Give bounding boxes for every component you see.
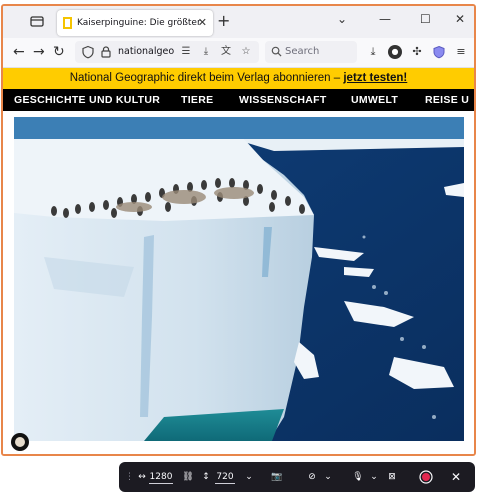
window-close-icon[interactable]: ✕	[455, 12, 465, 26]
record-icon[interactable]	[419, 470, 433, 484]
bookmark-star-icon[interactable]: ☆	[239, 45, 253, 59]
nav-item-tiere[interactable]: TIERE	[181, 94, 213, 106]
reader-view-icon[interactable]: ☰	[179, 45, 193, 59]
tab-list-icon[interactable]	[29, 13, 45, 29]
account-icon[interactable]: ●	[388, 45, 402, 59]
viewport-height-input[interactable]: 720	[215, 470, 235, 484]
devtools-toolbar: ⋮ ↔ 1280 ⛓ ↕ 720 ⌄ 📷 ⊘ ⌄ 🎙 ⌄ ⊠ ✕	[119, 462, 475, 492]
search-box[interactable]: Search	[265, 41, 357, 63]
search-placeholder: Search	[285, 46, 320, 57]
tab-active[interactable]: Kaiserpinguine: Die größten Dra ✕	[57, 10, 213, 36]
url-text[interactable]: nationalgeog	[118, 46, 174, 57]
viewport-width-input[interactable]: 1280	[149, 470, 173, 484]
natgeo-favicon-icon	[63, 17, 72, 29]
chevron-down-icon[interactable]: ⌄	[337, 12, 347, 26]
tab-title: Kaiserpinguine: Die größten Dra	[77, 18, 201, 28]
menu-hamburger-icon[interactable]: ≡	[454, 45, 468, 59]
nav-item-reise[interactable]: REISE U	[425, 94, 469, 106]
hero-photo-emperor-penguins-ice-cliff[interactable]	[14, 117, 464, 441]
tab-bar: Kaiserpinguine: Die größten Dra ✕ + ⌄ — …	[3, 6, 474, 38]
height-arrows-icon: ↕	[202, 472, 210, 482]
promo-text: National Geographic direkt beim Verlag a…	[69, 72, 344, 84]
nav-item-geschichte[interactable]: GESCHICHTE UND KULTUR	[14, 94, 160, 106]
screenshot-camera-icon[interactable]: 📷	[269, 470, 285, 484]
lock-icon[interactable]	[99, 45, 113, 59]
translate-icon[interactable]: 文	[219, 45, 233, 59]
dropdown-chevron-icon-3[interactable]: ⌄	[369, 470, 379, 484]
back-icon[interactable]: ←	[13, 44, 25, 60]
save-page-icon[interactable]: ⤓	[199, 45, 213, 59]
minimize-icon[interactable]: —	[379, 12, 391, 26]
camera-disabled-icon[interactable]: ⊠	[385, 470, 399, 484]
dropdown-chevron-icon-2[interactable]: ⌄	[323, 470, 333, 484]
drag-handle-icon[interactable]: ⋮	[125, 470, 134, 484]
category-nav: GESCHICHTE UND KULTUR TIERE WISSENSCHAFT…	[3, 89, 474, 111]
browser-window: Kaiserpinguine: Die größten Dra ✕ + ⌄ — …	[1, 4, 476, 456]
mic-disabled-icon[interactable]: 🎙	[351, 470, 365, 484]
article-content	[3, 111, 474, 454]
dropdown-chevron-icon[interactable]: ⌄	[243, 470, 255, 484]
cookie-settings-icon[interactable]	[11, 433, 29, 451]
touch-disabled-icon[interactable]: ⊘	[305, 470, 319, 484]
width-arrows-icon: ↔	[138, 472, 146, 482]
link-ratio-icon[interactable]: ⛓	[181, 470, 195, 484]
forward-icon[interactable]: →	[33, 44, 45, 60]
close-devtools-icon[interactable]: ✕	[449, 470, 463, 484]
reload-icon[interactable]: ↻	[53, 44, 65, 60]
nav-item-umwelt[interactable]: UMWELT	[351, 94, 398, 106]
ublock-shield-icon[interactable]	[432, 45, 446, 59]
promo-link[interactable]: jetzt testen!	[343, 72, 407, 84]
new-tab-icon[interactable]: +	[217, 11, 230, 30]
promo-banner[interactable]: National Geographic direkt beim Verlag a…	[3, 68, 474, 89]
maximize-icon[interactable]: ☐	[420, 12, 431, 26]
shield-icon[interactable]	[81, 45, 95, 59]
url-bar[interactable]: nationalgeog ☰ ⤓ 文 ☆	[75, 41, 259, 63]
search-icon	[271, 46, 282, 57]
extensions-icon[interactable]: ✣	[410, 45, 424, 59]
nav-item-wissenschaft[interactable]: WISSENSCHAFT	[239, 94, 327, 106]
tab-close-icon[interactable]: ✕	[198, 16, 207, 29]
downloads-icon[interactable]: ⤓	[366, 45, 380, 59]
nav-toolbar: ← → ↻ nationalgeog ☰ ⤓ 文 ☆ Search ⤓ ● ✣ …	[3, 38, 474, 68]
